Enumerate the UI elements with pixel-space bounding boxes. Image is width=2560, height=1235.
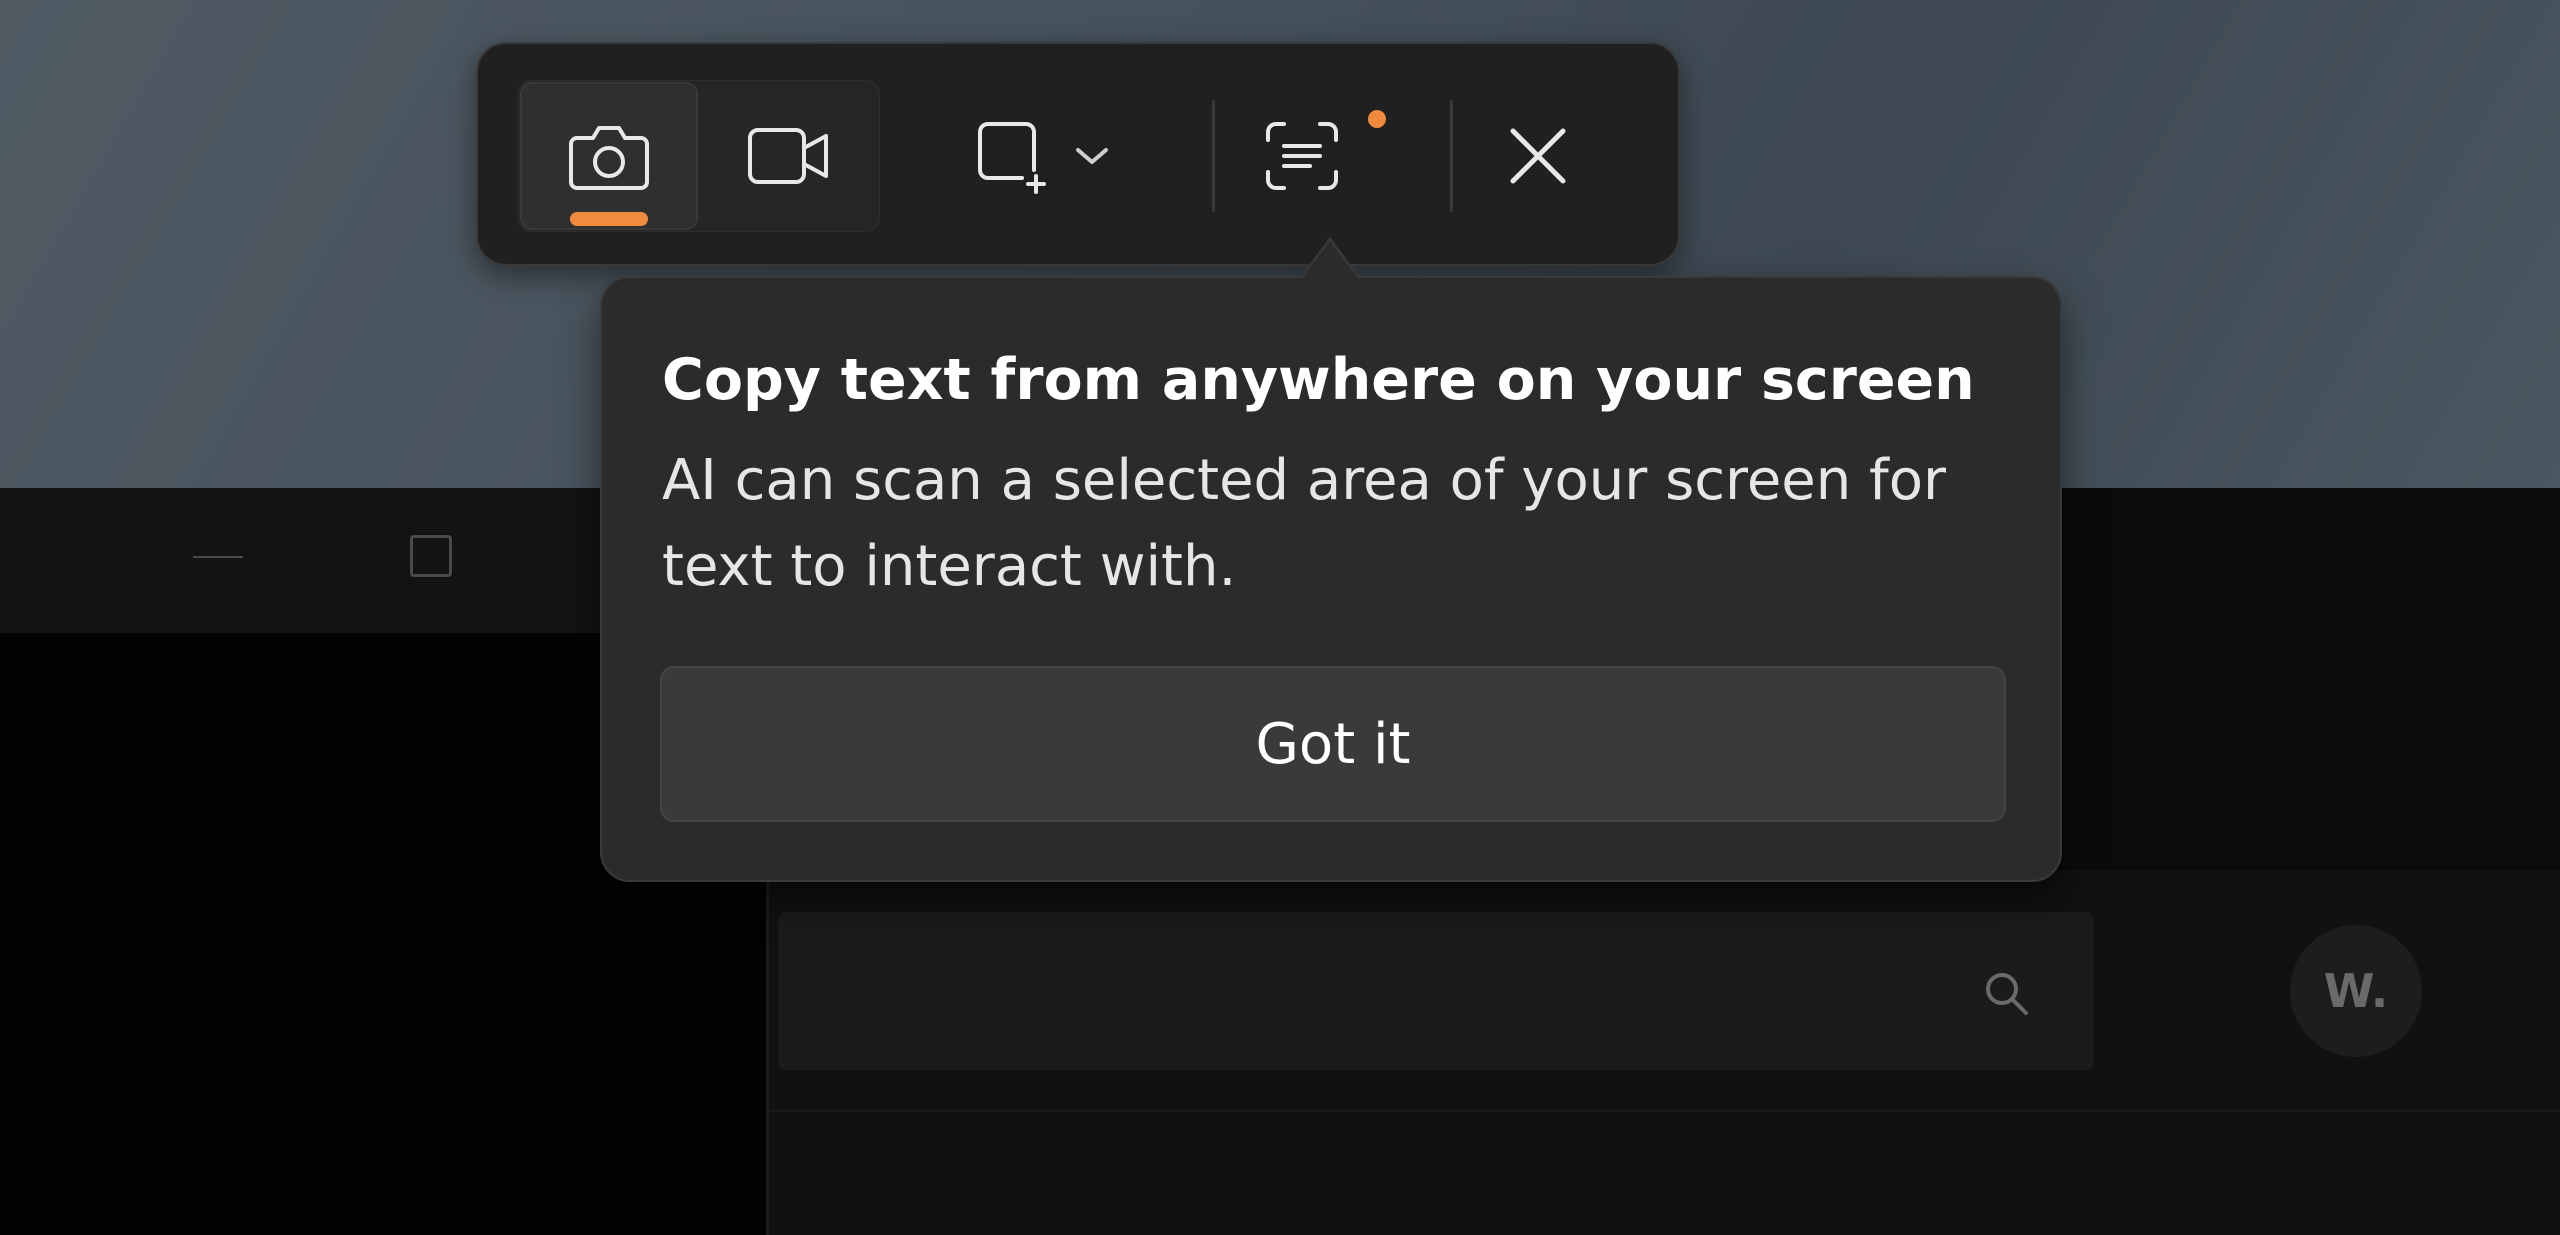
got-it-button[interactable]: Got it bbox=[660, 666, 2006, 822]
background-search-box[interactable] bbox=[778, 912, 2094, 1070]
teaching-tip-title: Copy text from anywhere on your screen bbox=[662, 347, 1975, 413]
screenshot-mode-button[interactable] bbox=[520, 82, 698, 230]
text-actions-button[interactable] bbox=[1224, 82, 1380, 230]
video-camera-icon bbox=[748, 128, 828, 184]
record-mode-button[interactable] bbox=[700, 82, 878, 230]
teaching-tip-body: AI can scan a selected area of your scre… bbox=[662, 448, 1947, 599]
camera-icon bbox=[569, 126, 649, 190]
search-icon[interactable] bbox=[1978, 965, 2034, 1021]
desktop: W. Copy text from anywhere on your scree… bbox=[0, 0, 2560, 1235]
snip-shape-dropdown[interactable] bbox=[948, 82, 1138, 230]
close-icon bbox=[1510, 128, 1566, 184]
avatar[interactable]: W. bbox=[2290, 925, 2422, 1057]
close-button[interactable] bbox=[1438, 82, 1638, 230]
active-mode-indicator bbox=[570, 212, 648, 226]
snipping-toolbar bbox=[476, 42, 1680, 266]
window-minimize-button[interactable] bbox=[193, 556, 243, 558]
teaching-tip-beak bbox=[1302, 241, 1358, 279]
teaching-tip: Copy text from anywhere on your screen A… bbox=[600, 276, 2062, 882]
notification-dot bbox=[1368, 110, 1386, 128]
window-maximize-button[interactable] bbox=[410, 535, 452, 577]
text-extract-icon bbox=[1266, 122, 1338, 190]
background-row-divider bbox=[769, 1110, 2560, 1112]
rectangle-select-icon bbox=[978, 122, 1046, 194]
background-app-titlebar bbox=[0, 488, 700, 633]
chevron-down-icon bbox=[1076, 148, 1108, 164]
toolbar-separator bbox=[1212, 100, 1215, 212]
